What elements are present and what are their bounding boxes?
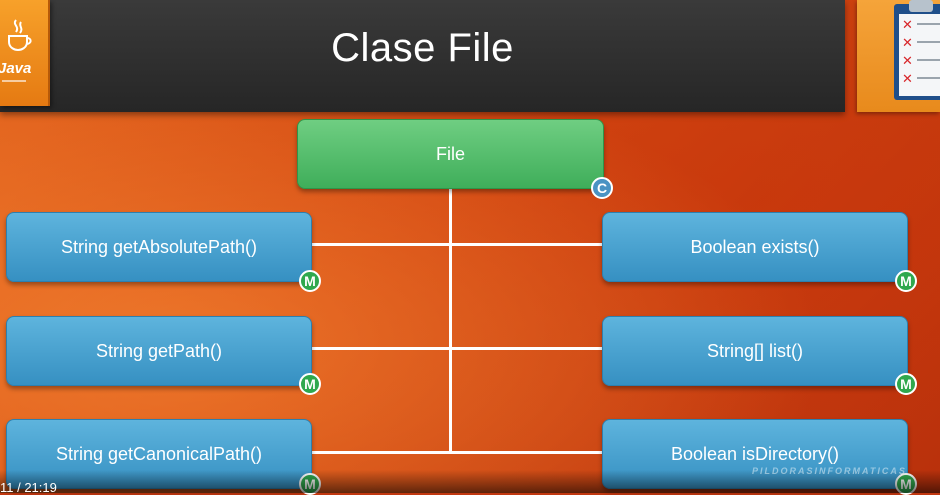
clipboard-panel: ✕ ✕ ✕ ✕: [857, 0, 940, 112]
checklist-line: [917, 77, 940, 79]
class-badge: C: [591, 177, 613, 199]
horizontal-connector-row-2: [310, 347, 602, 350]
slide-title: Clase File: [331, 26, 514, 70]
method-node-getpath[interactable]: String getPath(): [6, 316, 312, 386]
method-badge: M: [299, 373, 321, 395]
x-mark-icon: ✕: [902, 53, 913, 68]
horizontal-connector-row-1: [310, 243, 602, 246]
method-label: String getPath(): [95, 340, 223, 361]
coffee-cup-icon: [8, 19, 32, 52]
method-badge: M: [895, 270, 917, 292]
x-mark-icon: ✕: [902, 71, 913, 86]
x-mark-icon: ✕: [902, 17, 913, 32]
method-label: Boolean isDirectory(): [670, 443, 840, 464]
clipboard-clip: [909, 0, 933, 12]
x-mark-icon: ✕: [902, 35, 913, 50]
watermark: PILDORASINFORMATICAS: [752, 466, 907, 476]
method-badge: M: [299, 270, 321, 292]
title-bar: Clase File: [0, 0, 845, 112]
java-logo: Java: [0, 0, 50, 106]
java-logo-word: Java: [0, 60, 32, 77]
java-logo-underline: [2, 80, 26, 82]
class-node-file[interactable]: File: [297, 119, 604, 189]
method-label: Boolean exists(): [690, 236, 820, 257]
class-node-label: File: [435, 143, 465, 164]
method-label: String[] list(): [706, 340, 803, 361]
checklist-line: [917, 41, 940, 43]
checklist-line: [917, 59, 940, 61]
method-node-getabsolutepath[interactable]: String getAbsolutePath(): [6, 212, 312, 282]
method-node-list[interactable]: String[] list(): [602, 316, 908, 386]
horizontal-connector-row-3: [310, 451, 602, 454]
method-node-exists[interactable]: Boolean exists(): [602, 212, 908, 282]
clipboard-paper: ✕ ✕ ✕ ✕: [899, 14, 940, 96]
method-label: String getAbsolutePath(): [60, 236, 258, 257]
checklist-line: [917, 23, 940, 25]
vertical-connector: [449, 186, 452, 454]
method-label: String getCanonicalPath(): [55, 443, 263, 464]
method-badge: M: [895, 373, 917, 395]
